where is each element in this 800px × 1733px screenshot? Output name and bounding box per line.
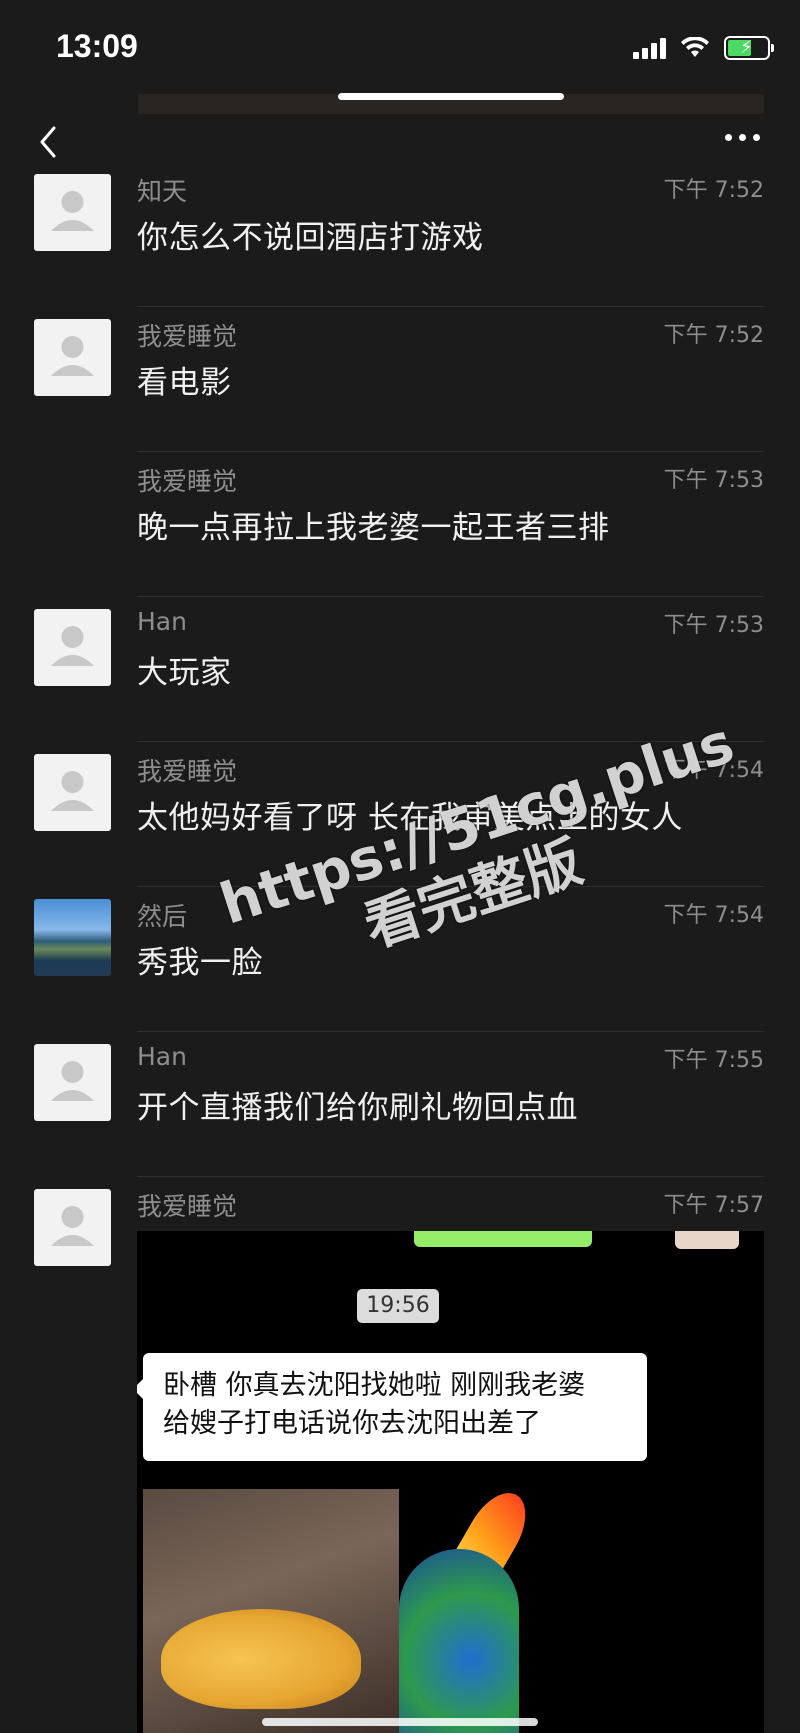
message-time: 下午 7:54 (663, 903, 764, 928)
default-user-icon (51, 1061, 94, 1101)
message-item[interactable]: 知天 下午 7:52 你怎么不说回酒店打游戏 (0, 162, 800, 307)
green-chat-bubble (414, 1231, 592, 1247)
status-icons: ⚡ (633, 36, 774, 60)
default-user-icon (51, 771, 94, 811)
avatar-photo[interactable] (34, 899, 111, 976)
message-text: 你怎么不说回酒店打游戏 (137, 220, 484, 256)
bubble-text-line: 给嫂子打电话说你去沈阳出差了 (163, 1408, 541, 1439)
avatar[interactable] (34, 319, 111, 396)
sticker-thumbnail (675, 1231, 739, 1249)
message-text: 太他妈好看了呀 长在我审美点上的女人 (137, 800, 683, 836)
battery-charging-icon: ⚡ (724, 36, 774, 60)
chat-timestamp: 19:56 (357, 1289, 439, 1323)
avatar[interactable] (34, 1044, 111, 1121)
back-button[interactable] (30, 122, 70, 162)
message-text: 大玩家 (137, 655, 232, 691)
message-sender: 我爱睡觉 (137, 757, 238, 786)
status-bar: 13:09 ⚡ (0, 0, 800, 100)
message-item[interactable]: 我爱睡觉 下午 7:52 看电影 (0, 307, 800, 452)
message-time: 下午 7:54 (663, 758, 764, 783)
message-item[interactable]: Han 下午 7:55 开个直播我们给你刷礼物回点血 (0, 1032, 800, 1177)
default-user-icon (51, 191, 94, 231)
message-time: 下午 7:52 (663, 323, 764, 348)
message-time: 下午 7:53 (663, 468, 764, 493)
default-user-icon (51, 336, 94, 376)
status-time: 13:09 (56, 28, 138, 64)
avatar[interactable] (34, 609, 111, 686)
message-sender: Han (137, 1042, 187, 1071)
message-item[interactable]: 然后 下午 7:54 秀我一脸 (0, 887, 800, 1032)
bubble-text-line: 卧槽 你真去沈阳找她啦 刚刚我老婆 (163, 1370, 586, 1401)
message-text: 看电影 (137, 365, 232, 401)
message-sender: 我爱睡觉 (137, 322, 238, 351)
default-user-icon (51, 1206, 94, 1246)
avatar[interactable] (34, 754, 111, 831)
message-time: 下午 7:55 (663, 1048, 764, 1073)
message-time: 下午 7:52 (663, 178, 764, 203)
cellular-signal-icon (633, 37, 666, 59)
message-text: 秀我一脸 (137, 945, 263, 981)
grabber-pill (338, 93, 564, 100)
globe-rocket-sticker (399, 1482, 764, 1733)
avatar[interactable] (34, 174, 111, 251)
avatar[interactable] (34, 1189, 111, 1266)
wifi-icon (681, 37, 709, 57)
more-dots-icon (725, 134, 732, 141)
message-item[interactable]: Han 下午 7:53 大玩家 (0, 597, 800, 742)
message-item[interactable]: 我爱睡觉 下午 7:53 晚一点再拉上我老婆一起王者三排 (0, 452, 800, 597)
white-chat-bubble: 卧槽 你真去沈阳找她啦 刚刚我老婆 给嫂子打电话说你去沈阳出差了 (137, 1353, 647, 1461)
message-sender: 我爱睡觉 (137, 467, 238, 496)
message-text: 晚一点再拉上我老婆一起王者三排 (137, 510, 610, 546)
chevron-left-icon (40, 126, 56, 158)
message-text: 开个直播我们给你刷礼物回点血 (137, 1090, 578, 1126)
default-user-icon (51, 626, 94, 666)
message-item[interactable]: 我爱睡觉 下午 7:54 太他妈好看了呀 长在我审美点上的女人 (0, 742, 800, 887)
message-sender: 知天 (137, 177, 188, 206)
message-sender: 然后 (137, 902, 188, 931)
message-list[interactable]: 知天 下午 7:52 你怎么不说回酒店打游戏 我爱睡觉 下午 7:52 看电影 … (0, 162, 800, 1322)
message-time: 下午 7:57 (663, 1193, 764, 1218)
sleeping-creature-sticker (143, 1489, 399, 1733)
message-sender: 我爱睡觉 (137, 1192, 238, 1221)
message-time: 下午 7:53 (663, 613, 764, 638)
embedded-screenshot-image[interactable]: 19:56 卧槽 你真去沈阳找她啦 刚刚我老婆 给嫂子打电话说你去沈阳出差了 (137, 1231, 764, 1733)
more-button[interactable] (725, 134, 760, 141)
home-indicator[interactable] (262, 1718, 538, 1726)
message-sender: Han (137, 607, 187, 636)
